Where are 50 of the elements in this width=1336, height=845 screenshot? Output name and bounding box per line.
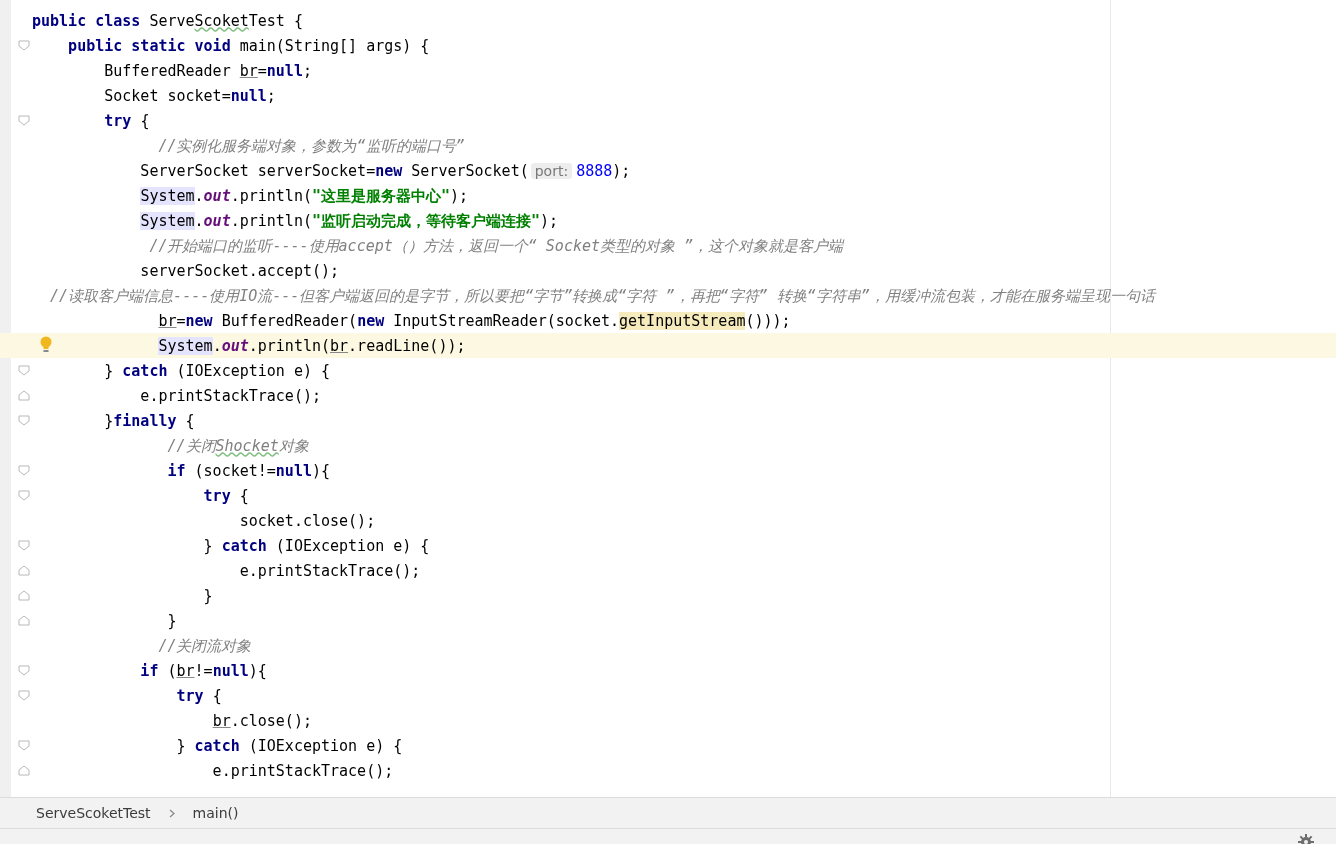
code-comment: //开始端口的监听----使用accept（）方法，返回一个“ Socket类型的对象 ”，这个对象就是客户端 — [148, 235, 844, 256]
fold-marker-icon[interactable] — [18, 40, 30, 51]
code-line: BufferedReader br=null; — [103, 60, 312, 81]
fold-marker-icon[interactable] — [18, 690, 30, 701]
code-line: public class ServeScoketTest { — [32, 10, 303, 31]
code-line: if (br!=null){ — [139, 660, 267, 681]
code-line: Socket socket=null; — [103, 85, 276, 106]
fold-marker-icon[interactable] — [18, 390, 30, 401]
fold-marker-icon[interactable] — [18, 615, 30, 626]
code-line: } catch (IOException e) { — [202, 535, 430, 556]
code-line: } catch (IOException e) { — [175, 735, 403, 756]
code-line: e.printStackTrace(); — [238, 560, 421, 581]
code-line: System.out.println("这里是服务器中心"); — [139, 185, 469, 206]
lightbulb-icon[interactable] — [40, 336, 52, 353]
code-line: } catch (IOException e) { — [103, 360, 331, 381]
code-line: public static void main(String[] args) { — [67, 35, 430, 56]
code-line: ServerSocket serverSocket=new ServerSocket( port: 8888); — [139, 160, 631, 181]
code-line: try { — [175, 685, 222, 706]
chevron-icon — [168, 808, 175, 818]
code-line: } — [202, 585, 213, 606]
code-line: e.printStackTrace(); — [139, 385, 321, 406]
code-comment: //读取客户端信息----使用IO流---但客户端返回的是字节，所以要把“字节”转换成“字符 ”，再把“字符” 转换“字符串”，用缓冲流包装，才能在服务端呈现一句话 — [49, 285, 1155, 306]
code-line: try { — [202, 485, 249, 506]
code-line: e.printStackTrace(); — [211, 760, 394, 781]
code-line: if (socket!=null){ — [166, 460, 331, 481]
code-comment: //关闭流对象 — [157, 635, 252, 656]
fold-marker-icon[interactable] — [18, 765, 30, 776]
code-line: br=new BufferedReader(new InputStreamReader(socket.getInputStream())); — [157, 310, 791, 331]
code-line: System.out.println(br.readLine()); — [157, 335, 466, 356]
fold-marker-icon[interactable] — [18, 590, 30, 601]
fold-marker-icon[interactable] — [18, 115, 30, 126]
code-line: serverSocket.accept(); — [139, 260, 340, 281]
code-line: System.out.println("监听启动完成，等待客户端连接"); — [139, 210, 559, 231]
fold-marker-icon[interactable] — [18, 490, 30, 501]
fold-marker-icon[interactable] — [18, 365, 30, 376]
breadcrumb-item[interactable]: main() — [184, 803, 247, 823]
breadcrumb-item[interactable]: ServeScoketTest — [28, 803, 159, 823]
code-line: socket.close(); — [238, 510, 376, 531]
fold-marker-icon[interactable] — [18, 740, 30, 751]
code-line: }finally { — [103, 410, 195, 431]
code-comment: //关闭Shocket对象 — [166, 435, 309, 456]
fold-marker-icon[interactable] — [18, 540, 30, 551]
code-line: try { — [103, 110, 150, 131]
code-comment: //实例化服务端对象，参数为“监听的端口号” — [157, 135, 465, 156]
fold-marker-icon[interactable] — [18, 465, 30, 476]
fold-marker-icon[interactable] — [18, 565, 30, 576]
code-line: br.close(); — [211, 710, 312, 731]
fold-marker-icon[interactable] — [18, 665, 30, 676]
code-line: } — [166, 610, 177, 631]
fold-marker-icon[interactable] — [18, 415, 30, 426]
